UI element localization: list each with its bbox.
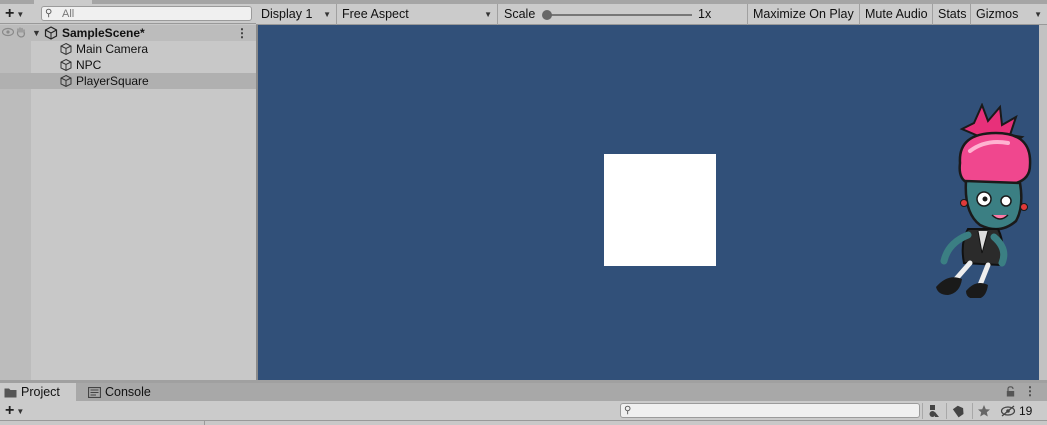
console-icon (88, 387, 101, 399)
foldout-arrow-icon[interactable]: ▼ (32, 28, 41, 38)
zombie-character-sprite (936, 103, 1032, 298)
hierarchy-item-player-square[interactable]: PlayerSquare (0, 73, 256, 89)
gameobject-cube-icon (60, 42, 72, 56)
star-icon (978, 405, 990, 417)
maximize-on-play-toggle[interactable]: Maximize On Play (747, 4, 860, 25)
aspect-label: Free Aspect (342, 7, 409, 21)
display-dropdown[interactable]: Display 1 ▼ (256, 4, 337, 25)
chevron-down-icon: ▼ (323, 10, 331, 19)
project-content-area (0, 421, 1047, 425)
chevron-down-icon: ▼ (484, 10, 492, 19)
gameobject-cube-icon (60, 58, 72, 72)
hierarchy-item-label: Main Camera (76, 42, 149, 56)
scene-row[interactable]: ▼ SampleScene* ⋮ (0, 25, 256, 41)
lock-icon[interactable] (1006, 386, 1015, 397)
chevron-down-icon: ▼ (16, 9, 25, 19)
gizmos-dropdown[interactable]: Gizmos ▼ (971, 4, 1047, 25)
project-toolbar: + ▼ ⚲ 19 (0, 401, 1047, 421)
search-icon: ⚲ (45, 8, 53, 19)
hierarchy-item-npc[interactable]: NPC (0, 57, 256, 73)
stats-label: Stats (938, 7, 967, 21)
create-dropdown-button[interactable]: + ▼ (5, 403, 24, 419)
chevron-down-icon: ▼ (1034, 10, 1042, 19)
display-label: Display 1 (261, 7, 313, 21)
plus-icon: + (5, 5, 15, 22)
bottom-tab-bar: Project Console ⋮ (0, 383, 1047, 401)
stats-toggle[interactable]: Stats (933, 4, 971, 25)
filter-by-label-button[interactable] (946, 403, 968, 419)
chevron-down-icon: ▼ (16, 406, 25, 416)
project-split-divider[interactable] (204, 421, 205, 425)
hierarchy-panel: + ▼ ⚲ All ▼ SampleScene* ⋮ Main Camera N… (0, 0, 256, 380)
player-square (604, 154, 716, 266)
maximize-on-play-label: Maximize On Play (753, 7, 854, 21)
tab-label: Project (21, 385, 60, 399)
game-viewport[interactable] (258, 25, 1039, 380)
kebab-menu-icon[interactable]: ⋮ (1024, 384, 1036, 398)
favorites-button[interactable] (972, 403, 994, 419)
hierarchy-item-main-camera[interactable]: Main Camera (0, 41, 256, 57)
hierarchy-search-input[interactable]: ⚲ All (41, 6, 252, 21)
kebab-menu-icon[interactable]: ⋮ (236, 26, 248, 40)
hierarchy-item-label: PlayerSquare (76, 74, 149, 88)
mute-audio-toggle[interactable]: Mute Audio (860, 4, 933, 25)
label-tag-icon (952, 405, 964, 418)
scale-slider-handle[interactable] (542, 10, 552, 20)
scene-name: SampleScene* (62, 26, 145, 40)
gameobject-cube-icon (60, 74, 72, 88)
hidden-packages-icon[interactable] (1000, 404, 1016, 418)
tab-project[interactable]: Project (0, 383, 76, 401)
scale-slider[interactable] (546, 14, 692, 16)
filter-by-type-icon (929, 405, 939, 417)
gizmos-label: Gizmos (976, 7, 1019, 21)
tab-console[interactable]: Console (84, 383, 164, 401)
hierarchy-toolbar: + ▼ ⚲ All (0, 4, 256, 24)
game-toolbar: Display 1 ▼ Free Aspect ▼ Scale 1x Maxim… (256, 4, 1047, 25)
project-search-input[interactable]: ⚲ (620, 403, 920, 418)
hierarchy-tree: ▼ SampleScene* ⋮ Main Camera NPC PlayerS… (0, 25, 256, 380)
tab-label: Console (105, 385, 151, 399)
plus-icon: + (5, 402, 15, 419)
hidden-packages-count: 19 (1019, 404, 1033, 418)
scale-label: Scale (504, 7, 536, 21)
search-placeholder: All (62, 8, 75, 20)
scale-value: 1x (698, 7, 712, 21)
mute-audio-label: Mute Audio (865, 7, 928, 21)
folder-icon (4, 388, 17, 398)
filter-by-type-button[interactable] (922, 403, 944, 419)
create-dropdown-button[interactable]: + ▼ (5, 6, 24, 22)
pickable-hand-icon[interactable] (16, 27, 26, 38)
aspect-dropdown[interactable]: Free Aspect ▼ (337, 4, 498, 25)
search-icon: ⚲ (624, 405, 632, 416)
hierarchy-item-label: NPC (76, 58, 102, 72)
panel-gap (1039, 25, 1047, 380)
unity-scene-icon (44, 26, 58, 40)
eye-icon[interactable] (2, 27, 14, 37)
